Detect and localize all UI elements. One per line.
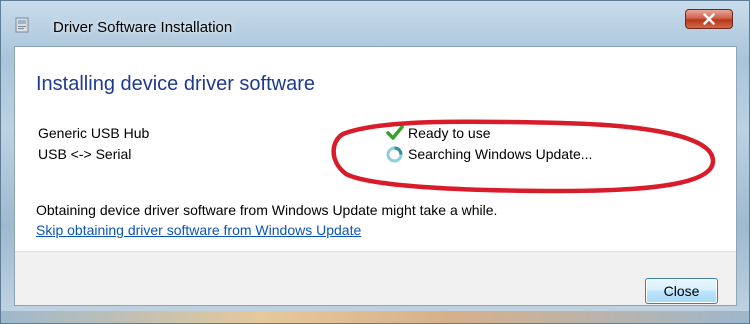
driver-install-window: Driver Software Installation Installing …	[0, 0, 750, 324]
device-name-generic-usb-hub: Generic USB Hub	[38, 125, 150, 141]
title-close-button[interactable]	[685, 9, 733, 29]
window-title: Driver Software Installation	[53, 19, 233, 36]
spinner-icon	[386, 146, 403, 163]
status-text-ready: Ready to use	[408, 125, 491, 141]
device-name-usb-serial: USB <-> Serial	[38, 146, 132, 162]
skip-windows-update-link[interactable]: Skip obtaining driver software from Wind…	[36, 222, 361, 238]
status-text-searching: Searching Windows Update...	[408, 146, 593, 162]
title-bar[interactable]: Driver Software Installation	[1, 1, 749, 45]
dialog-footer	[15, 251, 736, 305]
info-text: Obtaining device driver software from Wi…	[36, 202, 498, 218]
page-title: Installing device driver software	[36, 73, 316, 95]
dialog-content: Installing device driver software Generi…	[14, 46, 737, 306]
close-icon	[703, 13, 715, 25]
window-app-icon	[15, 17, 29, 33]
checkmark-icon	[386, 125, 404, 140]
close-button[interactable]: Close	[645, 278, 718, 304]
